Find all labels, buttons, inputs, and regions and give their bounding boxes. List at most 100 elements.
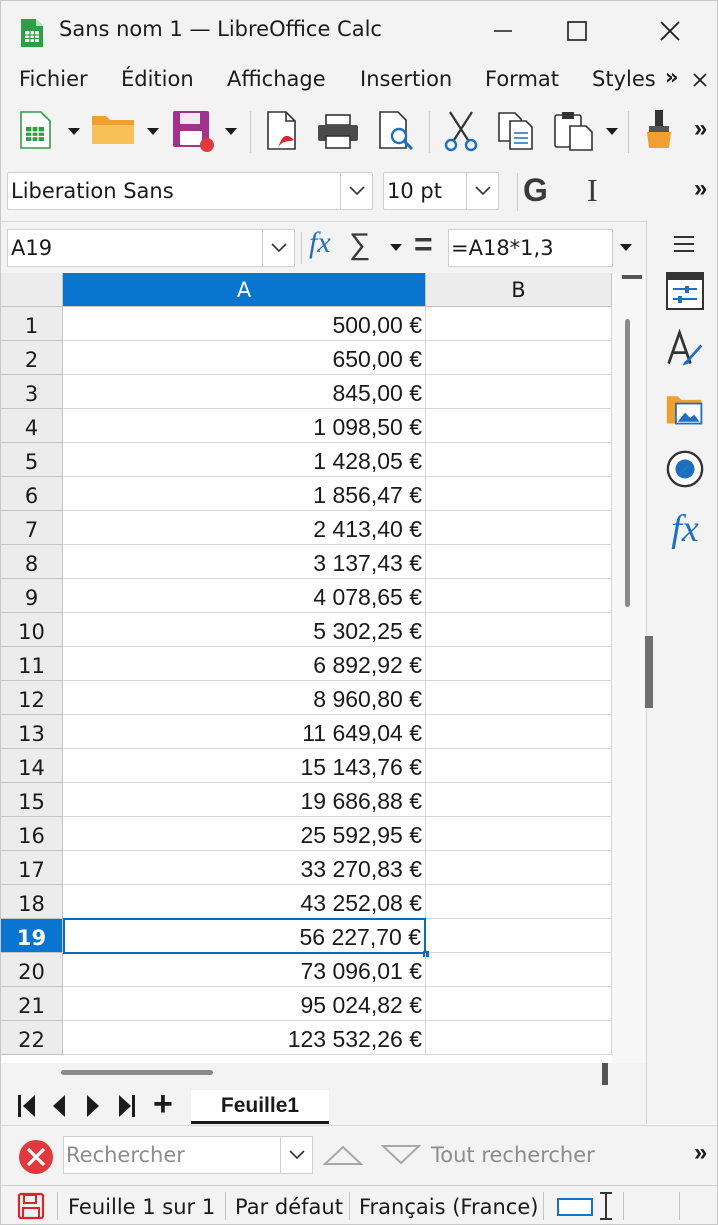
cell-a[interactable]: 73 096,01 € [63, 953, 426, 987]
menu-styles[interactable]: Styles [592, 67, 656, 91]
sidebar-collapse-handle[interactable] [645, 636, 653, 708]
cell-a[interactable]: 845,00 € [63, 375, 426, 409]
cell-a[interactable]: 1 098,50 € [63, 409, 426, 443]
cell-a[interactable]: 6 892,92 € [63, 647, 426, 681]
row-header[interactable]: 6 [1, 477, 63, 511]
menu-fichier[interactable]: Fichier [19, 67, 88, 91]
column-header-a[interactable]: A [63, 273, 426, 307]
properties-icon[interactable] [665, 271, 705, 311]
cell-b[interactable] [426, 919, 612, 953]
cell-a[interactable]: 3 137,43 € [63, 545, 426, 579]
cell-b[interactable] [426, 341, 612, 375]
cell-b[interactable] [426, 1021, 612, 1055]
cell-a[interactable]: 650,00 € [63, 341, 426, 375]
horizontal-scrollbar[interactable] [1, 1063, 612, 1081]
cell-a[interactable]: 1 856,47 € [63, 477, 426, 511]
row-header[interactable]: 14 [1, 749, 63, 783]
row-header[interactable]: 16 [1, 817, 63, 851]
save-dropdown-arrow[interactable] [225, 128, 237, 135]
row-header[interactable]: 18 [1, 885, 63, 919]
paste-icon[interactable] [551, 109, 597, 153]
print-icon[interactable] [315, 113, 361, 151]
copy-icon[interactable] [495, 111, 537, 151]
row-header[interactable]: 22 [1, 1021, 63, 1055]
row-header[interactable]: 8 [1, 545, 63, 579]
font-name-dropdown-button[interactable] [340, 173, 372, 209]
cell-a[interactable]: 25 592,95 € [63, 817, 426, 851]
functions-icon[interactable]: fx [665, 508, 705, 550]
cell-b[interactable] [426, 715, 612, 749]
font-name-combobox[interactable]: Liberation Sans [7, 172, 373, 210]
cell-a[interactable]: 123 532,26 € [63, 1021, 426, 1055]
name-box-dropdown-button[interactable] [262, 230, 294, 266]
cell-b[interactable] [426, 681, 612, 715]
row-header[interactable]: 11 [1, 647, 63, 681]
last-sheet-icon[interactable] [117, 1094, 137, 1123]
find-overflow-button[interactable]: » [694, 1139, 707, 1167]
italic-button[interactable]: I [587, 172, 598, 209]
row-header[interactable]: 17 [1, 851, 63, 885]
name-box[interactable]: A19 [7, 229, 295, 267]
close-button[interactable] [646, 9, 694, 53]
sum-dropdown-arrow[interactable] [390, 244, 402, 251]
cell-a[interactable]: 500,00 € [63, 307, 426, 341]
split-handle[interactable] [622, 275, 642, 279]
find-all-button[interactable]: Tout rechercher [431, 1143, 595, 1167]
find-previous-icon[interactable] [322, 1144, 364, 1171]
sidebar-menu-icon[interactable] [673, 235, 695, 258]
cell-b[interactable] [426, 511, 612, 545]
language-status[interactable]: Français (France) [359, 1195, 538, 1219]
open-folder-icon[interactable] [89, 111, 139, 149]
menu-overflow-button[interactable]: » [665, 65, 679, 89]
row-header[interactable]: 3 [1, 375, 63, 409]
cell-a[interactable]: 19 686,88 € [63, 783, 426, 817]
open-dropdown-arrow[interactable] [147, 128, 159, 135]
cell-b[interactable] [426, 409, 612, 443]
cell-b[interactable] [426, 851, 612, 885]
cell-a[interactable]: 1 428,05 € [63, 443, 426, 477]
active-cell[interactable]: 56 227,70 € [63, 918, 426, 954]
column-header-b[interactable]: B [426, 273, 612, 307]
cell-b[interactable] [426, 817, 612, 851]
next-sheet-icon[interactable] [85, 1094, 101, 1123]
tab-split-handle[interactable] [602, 1063, 608, 1085]
cell-a[interactable]: 8 960,80 € [63, 681, 426, 715]
formula-equals-button[interactable]: = [414, 226, 433, 263]
find-combobox[interactable] [63, 1136, 313, 1174]
previous-sheet-icon[interactable] [51, 1094, 67, 1123]
font-size-combobox[interactable]: 10 pt [383, 172, 499, 210]
gallery-icon[interactable] [665, 389, 705, 429]
row-header[interactable]: 10 [1, 613, 63, 647]
font-size-dropdown-button[interactable] [466, 173, 498, 209]
menu-format[interactable]: Format [485, 67, 559, 91]
select-all-corner[interactable] [1, 273, 63, 307]
menu-affichage[interactable]: Affichage [227, 67, 326, 91]
row-header[interactable]: 15 [1, 783, 63, 817]
expand-formula-arrow[interactable] [620, 244, 632, 251]
toolbar-overflow-button[interactable]: » [694, 115, 707, 143]
sum-button[interactable]: ∑ [349, 228, 370, 262]
new-dropdown-arrow[interactable] [68, 128, 80, 135]
row-header[interactable]: 2 [1, 341, 63, 375]
styles-icon[interactable] [665, 328, 705, 369]
cell-a[interactable]: 33 270,83 € [63, 851, 426, 885]
find-input[interactable] [66, 1139, 278, 1171]
close-document-icon[interactable] [692, 72, 708, 93]
cell-b[interactable] [426, 545, 612, 579]
cell-a[interactable]: 15 143,76 € [63, 749, 426, 783]
row-header[interactable]: 5 [1, 443, 63, 477]
minimize-button[interactable] [479, 9, 527, 53]
horizontal-scroll-thumb[interactable] [61, 1070, 213, 1075]
cell-b[interactable] [426, 307, 612, 341]
cell-b[interactable] [426, 987, 612, 1021]
menu-insertion[interactable]: Insertion [360, 67, 452, 91]
find-next-icon[interactable] [380, 1144, 422, 1171]
close-find-bar-icon[interactable] [17, 1138, 55, 1181]
row-header[interactable]: 19 [1, 919, 63, 953]
cell-b[interactable] [426, 749, 612, 783]
row-header[interactable]: 7 [1, 511, 63, 545]
selection-mode-icon[interactable] [557, 1198, 593, 1221]
row-header[interactable]: 12 [1, 681, 63, 715]
row-header[interactable]: 9 [1, 579, 63, 613]
save-icon[interactable] [170, 109, 218, 153]
